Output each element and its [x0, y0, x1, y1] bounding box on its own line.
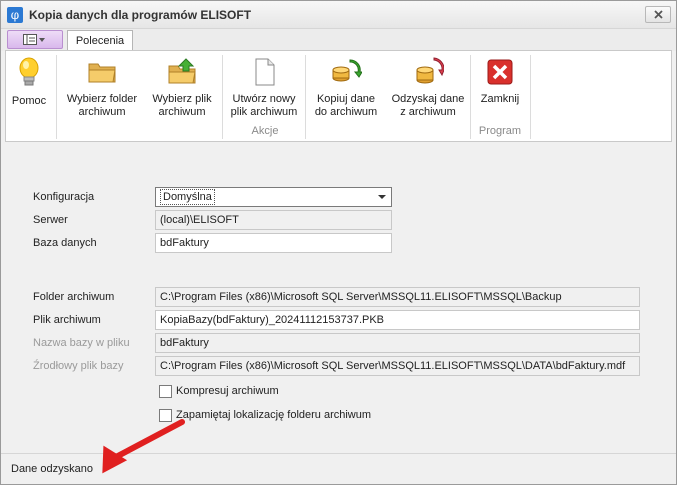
chevron-down-icon — [378, 195, 386, 199]
plik-label: Plik archiwum — [33, 314, 101, 326]
restore-button[interactable]: Odzyskaj dane z archiwum — [386, 53, 470, 125]
folder-field[interactable]: C:\Program Files (x86)\Microsoft SQL Ser… — [155, 287, 640, 307]
form-panel: Konfiguracja Domyślna Serwer (local)\ELI… — [5, 144, 672, 453]
red-arrow-annotation — [102, 419, 185, 474]
close-app-label: Zamknij — [480, 93, 520, 105]
app-menu-button[interactable] — [7, 30, 63, 49]
ribbon-panel: Pomoc Wybierz folder archiwum Wybierz pli… — [5, 50, 672, 142]
choose-file-label: Wybierz plik archiwum — [152, 93, 212, 118]
separator — [56, 55, 57, 139]
separator — [470, 55, 471, 139]
nazwa-label: Nazwa bazy w pliku — [33, 337, 130, 349]
kompresuj-label[interactable]: Kompresuj archiwum — [176, 385, 279, 397]
menu-icon — [23, 34, 45, 45]
folder-icon — [88, 63, 116, 83]
ribbon-tab-strip: Polecenia — [1, 29, 676, 52]
baza-label: Baza danych — [33, 237, 97, 249]
konfiguracja-value: Domyślna — [160, 189, 215, 205]
kompresuj-checkbox[interactable] — [159, 385, 172, 398]
zapamietaj-label[interactable]: Zapamiętaj lokalizację folderu archiwum — [176, 409, 371, 421]
nazwa-field[interactable]: bdFaktury — [155, 333, 640, 353]
group-label-program: Program — [478, 125, 522, 137]
baza-field[interactable]: bdFaktury — [155, 233, 392, 253]
window-close-button[interactable] — [645, 6, 671, 23]
restore-label: Odzyskaj dane z archiwum — [391, 93, 465, 118]
choose-folder-button[interactable]: Wybierz folder archiwum — [62, 53, 142, 125]
serwer-field[interactable]: (local)\ELISOFT — [155, 210, 392, 230]
create-file-button[interactable]: Utwórz nowy plik archiwum — [226, 53, 302, 125]
backup-label: Kopiuj dane do archiwum — [314, 93, 378, 118]
backup-button[interactable]: Kopiuj dane do archiwum — [310, 53, 382, 125]
konfiguracja-label: Konfiguracja — [33, 191, 95, 203]
folder-label: Folder archiwum — [33, 291, 115, 303]
close-app-button[interactable]: Zamknij — [474, 53, 526, 125]
window-title: Kopia danych dla programów ELISOFT — [29, 8, 252, 22]
help-label: Pomoc — [11, 95, 47, 107]
create-file-label: Utwórz nowy plik archiwum — [230, 93, 298, 118]
help-button[interactable]: Pomoc — [6, 53, 52, 125]
serwer-label: Serwer — [33, 214, 68, 226]
separator — [530, 55, 531, 139]
zrodlowy-field[interactable]: C:\Program Files (x86)\Microsoft SQL Ser… — [155, 356, 640, 376]
choose-folder-label: Wybierz folder archiwum — [66, 93, 138, 118]
close-red-icon — [487, 59, 513, 85]
konfiguracja-select[interactable]: Domyślna — [155, 187, 392, 207]
app-window: φ Kopia danych dla programów ELISOFT Pol… — [0, 0, 677, 485]
zrodlowy-label: Źrodłowy plik bazy — [33, 360, 124, 372]
status-text: Dane odzyskano — [11, 463, 93, 475]
choose-file-button[interactable]: Wybierz plik archiwum — [146, 53, 218, 125]
tab-polecenia[interactable]: Polecenia — [67, 30, 133, 52]
group-label-actions: Akcje — [251, 125, 279, 137]
title-bar: φ Kopia danych dla programów ELISOFT — [1, 1, 676, 29]
plik-field[interactable]: KopiaBazy(bdFaktury)_20241112153737.PKB — [155, 310, 640, 330]
db-restore-icon — [416, 57, 444, 84]
lightbulb-icon — [19, 57, 39, 86]
app-logo-icon: φ — [7, 7, 23, 23]
folder-up-icon — [168, 58, 196, 84]
close-icon — [654, 10, 663, 19]
db-backup-icon — [332, 59, 362, 82]
new-file-icon — [255, 58, 275, 86]
